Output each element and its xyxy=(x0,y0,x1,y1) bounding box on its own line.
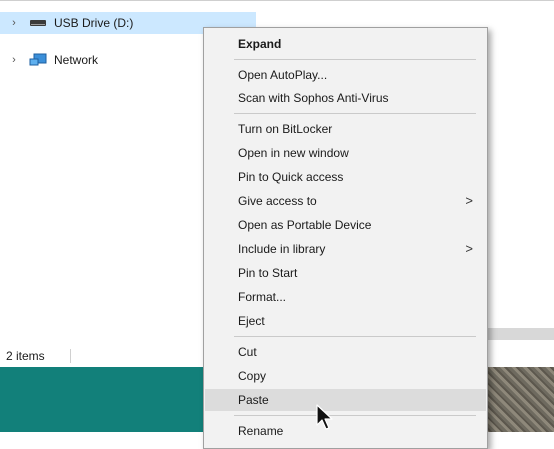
menu-separator xyxy=(234,59,476,60)
menu-item-open-new-window[interactable]: Open in new window xyxy=(204,142,487,164)
menu-item-pin-quick-access[interactable]: Pin to Quick access xyxy=(204,166,487,188)
horizontal-scrollbar[interactable] xyxy=(488,328,554,340)
menu-item-format[interactable]: Format... xyxy=(204,286,487,308)
menu-separator xyxy=(234,336,476,337)
menu-item-give-access-to[interactable]: Give access to > xyxy=(204,190,487,212)
menu-separator xyxy=(234,113,476,114)
usb-drive-icon xyxy=(28,16,48,30)
nav-item-network[interactable]: › Network xyxy=(0,49,98,71)
item-count: 2 items xyxy=(6,349,45,363)
menu-item-scan-sophos[interactable]: Scan with Sophos Anti-Virus xyxy=(204,87,487,109)
mouse-pointer-icon xyxy=(316,404,336,432)
menu-item-copy[interactable]: Copy xyxy=(204,365,487,387)
menu-item-rename[interactable]: Rename xyxy=(204,420,487,442)
menu-item-expand[interactable]: Expand xyxy=(204,33,487,55)
chevron-right-icon: > xyxy=(465,241,473,256)
status-divider xyxy=(70,349,71,363)
context-menu: Expand Open AutoPlay... Scan with Sophos… xyxy=(203,27,488,449)
nav-item-label: USB Drive (D:) xyxy=(54,16,134,30)
menu-item-cut[interactable]: Cut xyxy=(204,341,487,363)
menu-item-open-autoplay[interactable]: Open AutoPlay... xyxy=(204,64,487,86)
nav-item-label: Network xyxy=(54,53,99,67)
menu-item-eject[interactable]: Eject xyxy=(204,310,487,332)
chevron-right-icon: > xyxy=(465,193,473,208)
menu-separator xyxy=(234,415,476,416)
menu-item-open-portable-device[interactable]: Open as Portable Device xyxy=(204,214,487,236)
menu-item-include-in-library[interactable]: Include in library > xyxy=(204,238,487,260)
network-icon xyxy=(28,53,48,67)
menu-item-pin-to-start[interactable]: Pin to Start xyxy=(204,262,487,284)
menu-item-turn-on-bitlocker[interactable]: Turn on BitLocker xyxy=(204,118,487,140)
chevron-right-icon[interactable]: › xyxy=(8,17,20,29)
menu-item-paste[interactable]: Paste xyxy=(205,389,486,411)
chevron-right-icon[interactable]: › xyxy=(8,54,20,66)
